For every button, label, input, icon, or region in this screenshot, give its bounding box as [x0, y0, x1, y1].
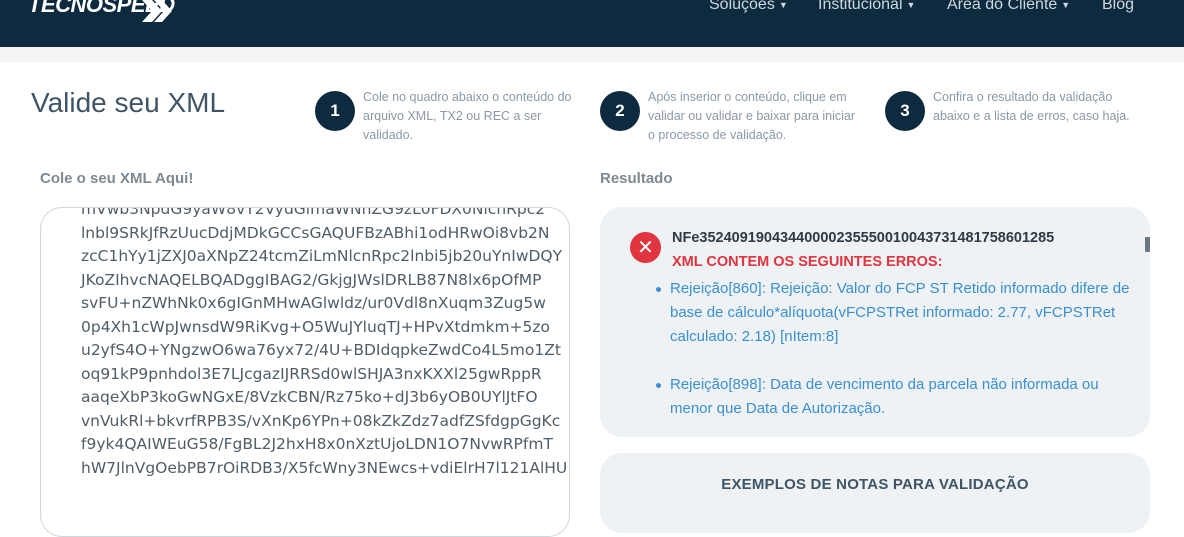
step-description: Cole no quadro abaixo o conteúdo do arqu…	[363, 90, 572, 142]
error-x-icon: ✕	[630, 232, 661, 263]
step-number-badge: 3	[885, 91, 925, 131]
result-scrollbar-thumb[interactable]	[1145, 237, 1150, 252]
step-2: 2 Após inserior o conteúdo, clique em va…	[600, 88, 858, 145]
step-description: Confira o resultado da validação abaixo …	[933, 90, 1130, 123]
step-description: Após inserior o conteúdo, clique em vali…	[648, 90, 856, 142]
nav-institucional[interactable]: Institucional ▼	[818, 0, 915, 14]
nfe-access-key: NFe3524091904344000023555001004373148175…	[672, 230, 1055, 246]
logo-chevron-icon	[142, 0, 172, 22]
error-item: Rejeição[860]: Rejeição: Valor do FCP ST…	[656, 277, 1130, 349]
page-title: Valide seu XML	[31, 87, 226, 118]
step-1: 1 Cole no quadro abaixo o conteúdo do ar…	[315, 88, 573, 145]
nav-blog[interactable]: Blog	[1102, 0, 1134, 14]
nav-institucional-label: Institucional	[818, 0, 903, 13]
step-number-badge: 2	[600, 91, 640, 131]
top-navigation-bar: TECNOSPEED Soluções ▼ Institucional ▼ Área…	[0, 0, 1184, 47]
xml-input-label: Cole o seu XML Aqui!	[40, 170, 194, 187]
result-label: Resultado	[600, 170, 673, 187]
caret-down-icon: ▼	[1061, 0, 1071, 10]
nav-solucoes-label: Soluções	[709, 0, 775, 13]
error-item: Rejeição[898]: Data de vencimento da par…	[656, 373, 1130, 421]
header-divider-strip	[0, 47, 1184, 62]
nav-area-do-cliente[interactable]: Área do Cliente ▼	[947, 0, 1070, 14]
error-list: Rejeição[860]: Rejeição: Valor do FCP ST…	[656, 277, 1130, 445]
step-number-badge: 1	[315, 91, 355, 131]
nav-area-do-cliente-label: Área do Cliente	[947, 0, 1058, 13]
examples-title: EXEMPLOS DE NOTAS PARA VALIDAÇÃO	[721, 476, 1029, 493]
nav-blog-label: Blog	[1102, 0, 1135, 13]
xml-textarea[interactable]: mVwb3NpdG9yaW8vY2VydGlmaWNhZG9zL0FDX0Nlc…	[40, 207, 570, 537]
nav-solucoes[interactable]: Soluções ▼	[709, 0, 788, 14]
caret-down-icon: ▼	[906, 0, 916, 10]
xml-textarea-content: mVwb3NpdG9yaW8vY2VydGlmaWNhZG9zL0FDX0Nlc…	[81, 207, 568, 477]
examples-panel: EXEMPLOS DE NOTAS PARA VALIDAÇÃO	[600, 453, 1150, 533]
caret-down-icon: ▼	[778, 0, 788, 10]
step-3: 3 Confira o resultado da validação abaix…	[885, 88, 1143, 131]
error-heading: XML CONTEM OS SEGUINTES ERROS:	[672, 254, 943, 270]
